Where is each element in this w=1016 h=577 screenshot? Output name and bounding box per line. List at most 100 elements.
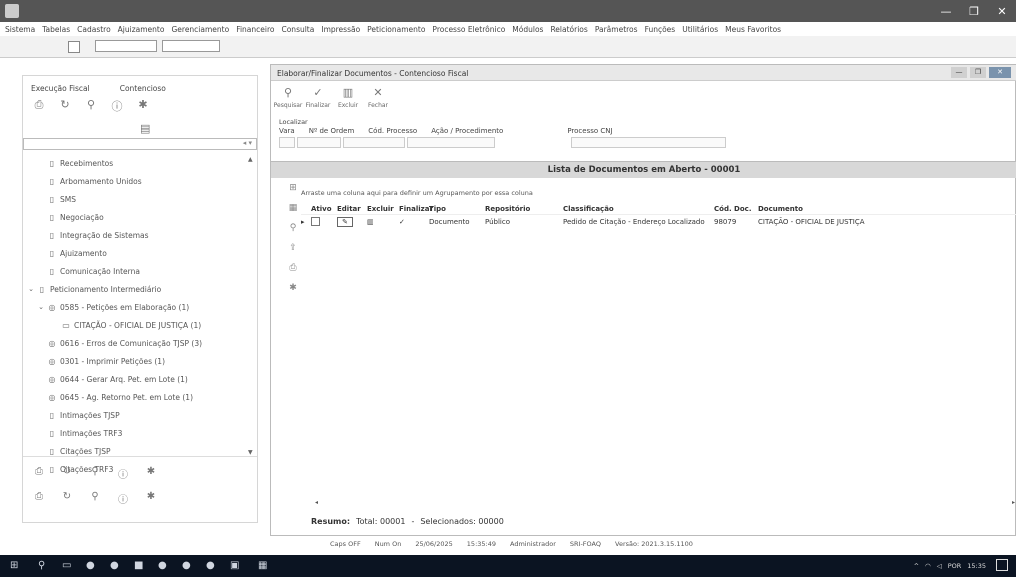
col-header[interactable]: Tipo bbox=[429, 205, 485, 213]
info-icon[interactable]: ⓘ bbox=[115, 491, 131, 506]
tree-node[interactable]: ▯ Comunicação Interna bbox=[23, 262, 247, 280]
tree-node[interactable]: ◎ 0616 - Erros de Comunicação TJSP (3) bbox=[23, 334, 247, 352]
menu-gerenciamento[interactable]: Gerenciamento bbox=[171, 25, 229, 34]
menu-meus-favoritos[interactable]: Meus Favoritos bbox=[725, 25, 781, 34]
settings-icon[interactable]: ✱ bbox=[143, 491, 159, 506]
windows-start-icon[interactable]: ⊞ bbox=[10, 560, 18, 571]
menu-relatorios[interactable]: Relatórios bbox=[550, 25, 587, 34]
taskbar-app-icon[interactable]: ● bbox=[158, 560, 167, 571]
export-icon[interactable]: ⇪ bbox=[287, 243, 299, 253]
print-icon[interactable]: ⎙ bbox=[31, 98, 47, 114]
tray-chevron-icon[interactable]: ^ bbox=[914, 562, 919, 570]
col-header[interactable]: Cód. Doc. bbox=[714, 205, 758, 213]
tray-language[interactable]: POR bbox=[948, 562, 962, 570]
toolbar-icon[interactable] bbox=[68, 41, 80, 53]
filter-icon[interactable]: ⚲ bbox=[87, 491, 103, 506]
fechar-button[interactable]: ✕ Fechar bbox=[368, 86, 388, 109]
tree-node[interactable]: ◎ 0644 - Gerar Arq. Pet. em Lote (1) bbox=[23, 370, 247, 388]
menu-peticionamento[interactable]: Peticionamento bbox=[367, 25, 425, 34]
maximize-icon[interactable]: ❐ bbox=[960, 0, 988, 22]
tree-node[interactable]: ▯ Ajuizamento bbox=[23, 244, 247, 262]
print-icon[interactable]: ⎙ bbox=[287, 263, 299, 273]
menu-utilitarios[interactable]: Utilitários bbox=[682, 25, 718, 34]
grid-hscrollbar[interactable]: ◂ ▸ bbox=[315, 499, 1015, 509]
wifi-icon[interactable]: ◠ bbox=[925, 562, 931, 570]
search-icon[interactable]: ⚲ bbox=[38, 560, 45, 571]
tree-node[interactable]: ▯ Recebimentos bbox=[23, 154, 247, 172]
toolbar-field[interactable] bbox=[95, 40, 157, 52]
tree-node[interactable]: ◎ 0301 - Imprimir Petições (1) bbox=[23, 352, 247, 370]
refresh-icon[interactable]: ↻ bbox=[59, 466, 75, 481]
restore-icon[interactable]: ❐ bbox=[970, 67, 986, 78]
expand-icon[interactable]: ⊞ bbox=[287, 183, 299, 193]
cod-processo-input[interactable] bbox=[343, 137, 405, 148]
taskbar-app-icon[interactable]: ● bbox=[110, 560, 119, 571]
col-header[interactable]: Ativo bbox=[311, 205, 337, 213]
volume-icon[interactable]: ◁ bbox=[937, 562, 942, 570]
tab-contencioso[interactable]: Contencioso bbox=[120, 84, 166, 93]
tab-execucao-fiscal[interactable]: Execução Fiscal bbox=[31, 84, 90, 93]
tree-node[interactable]: ⌄ ◎ 0585 - Petições em Elaboração (1) bbox=[23, 298, 247, 316]
excluir-button[interactable]: ▥ Excluir bbox=[338, 86, 358, 109]
print-icon[interactable]: ⎙ bbox=[31, 491, 47, 506]
menu-processo-eletronico[interactable]: Processo Eletrônico bbox=[432, 25, 505, 34]
col-header[interactable]: Classificação bbox=[563, 205, 714, 213]
tree-node[interactable]: ▯ SMS bbox=[23, 190, 247, 208]
tree-node[interactable]: ▯ Intimações TRF3 bbox=[23, 424, 247, 442]
toolbar-field[interactable] bbox=[162, 40, 220, 52]
close-icon[interactable]: ✕ bbox=[989, 67, 1011, 78]
ordem-input[interactable] bbox=[297, 137, 341, 148]
tree-node[interactable]: ▯ Citações TJSP bbox=[23, 442, 247, 460]
minimize-icon[interactable]: — bbox=[932, 0, 960, 22]
menu-impressao[interactable]: Impressão bbox=[321, 25, 360, 34]
menu-cadastro[interactable]: Cadastro bbox=[77, 25, 111, 34]
info-icon[interactable]: ⓘ bbox=[115, 466, 131, 481]
notification-icon[interactable] bbox=[996, 559, 1008, 571]
scroll-left-icon[interactable]: ◂ bbox=[315, 499, 318, 506]
tree-node[interactable]: ▭ CITAÇÃO - OFICIAL DE JUSTIÇA (1) bbox=[23, 316, 247, 334]
pesquisar-button[interactable]: ⚲ Pesquisar bbox=[274, 86, 303, 109]
refresh-icon[interactable]: ↻ bbox=[59, 491, 75, 506]
col-header[interactable]: Excluir bbox=[367, 205, 399, 213]
filter-icon[interactable]: ⚲ bbox=[83, 98, 99, 114]
menu-modulos[interactable]: Módulos bbox=[512, 25, 543, 34]
menu-ajuizamento[interactable]: Ajuizamento bbox=[118, 25, 165, 34]
print-icon[interactable]: ⎙ bbox=[31, 466, 47, 481]
settings-icon[interactable]: ✱ bbox=[287, 283, 299, 293]
tree-node[interactable]: ⌄ ▯ Peticionamento Intermediário bbox=[23, 280, 247, 298]
menu-tabelas[interactable]: Tabelas bbox=[42, 25, 70, 34]
table-row[interactable]: ▸ ✎ ▥ ✓ Documento Público Pedido de Cita… bbox=[301, 215, 1016, 229]
col-header[interactable]: Repositório bbox=[485, 205, 563, 213]
menu-financeiro[interactable]: Financeiro bbox=[236, 25, 274, 34]
refresh-icon[interactable]: ↻ bbox=[57, 98, 73, 114]
filter-icon[interactable]: ⚲ bbox=[287, 223, 299, 233]
tree-node[interactable]: ▯ Arbomamento Unidos bbox=[23, 172, 247, 190]
taskbar-app-icon[interactable]: ● bbox=[86, 560, 95, 571]
tree-filter-combo[interactable]: ◂ ▾ bbox=[23, 138, 257, 150]
info-icon[interactable]: ⓘ bbox=[109, 98, 125, 114]
taskbar-app-icon[interactable]: ▣ bbox=[230, 560, 239, 571]
collapse-icon[interactable]: ⌄ bbox=[37, 303, 45, 311]
tree-node[interactable]: ▯ Integração de Sistemas bbox=[23, 226, 247, 244]
tree-node[interactable]: ▯ Intimações TJSP bbox=[23, 406, 247, 424]
task-view-icon[interactable]: ▭ bbox=[62, 560, 71, 571]
menu-funcoes[interactable]: Funções bbox=[645, 25, 676, 34]
trash-icon[interactable]: ▥ bbox=[367, 218, 399, 226]
col-header[interactable]: Editar bbox=[337, 205, 367, 213]
finalizar-button[interactable]: ✓ Finalizar bbox=[306, 86, 331, 109]
menu-parametros[interactable]: Parâmetros bbox=[595, 25, 638, 34]
filter-icon[interactable]: ⚲ bbox=[87, 466, 103, 481]
tree-node[interactable]: ▯ Negociação bbox=[23, 208, 247, 226]
settings-icon[interactable]: ✱ bbox=[135, 98, 151, 114]
taskbar-app-icon[interactable]: ● bbox=[206, 560, 215, 571]
scroll-down-icon[interactable]: ▼ bbox=[248, 449, 253, 456]
collapse-icon[interactable]: ⌄ bbox=[27, 285, 35, 293]
col-header[interactable]: Documento bbox=[758, 205, 928, 213]
processo-cnj-input[interactable] bbox=[571, 137, 726, 148]
menu-consulta[interactable]: Consulta bbox=[281, 25, 314, 34]
taskbar-app-icon[interactable]: ● bbox=[182, 560, 191, 571]
tree-node[interactable]: ◎ 0645 - Ag. Retorno Pet. em Lote (1) bbox=[23, 388, 247, 406]
taskbar-app-icon[interactable]: ■ bbox=[134, 560, 143, 571]
minimize-icon[interactable]: — bbox=[951, 67, 967, 78]
tray-clock[interactable]: 15:35 bbox=[967, 562, 986, 570]
